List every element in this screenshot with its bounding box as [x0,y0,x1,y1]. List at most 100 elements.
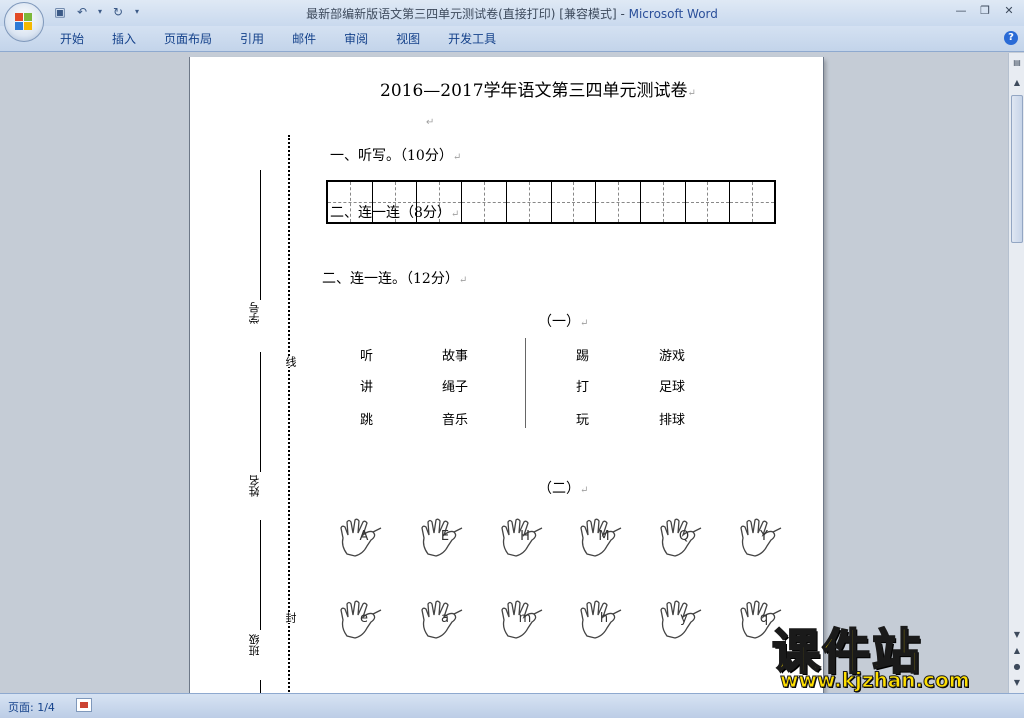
match-word: 讲 [360,380,374,395]
hand-uppercase: H [498,516,546,560]
tab-mailings[interactable]: 邮件 [278,26,330,52]
grid-overlay-label: 二、连一连（8分） [330,205,451,221]
watermark-url: www.kjzhan.com [780,668,971,693]
question-1-heading: 一、听写。（10分）↵ [330,145,461,165]
hand-letter: e [360,611,368,626]
proofing-icon[interactable] [76,698,92,712]
grid-overlay-text: 二、连一连（8分）↵ [330,202,459,222]
hand-letter: Q [678,529,690,544]
match-word: 打 [576,380,590,395]
hand-uppercase: M [577,516,625,560]
close-icon[interactable]: ✕ [998,2,1020,20]
grid-cell [640,182,686,222]
scroll-thumb[interactable] [1011,95,1023,243]
hand-letter: Y [760,529,768,544]
select-browse-object-icon[interactable]: ● [1011,661,1023,673]
hand-letter: q [759,611,769,626]
paragraph-mark: ↵ [687,88,696,99]
grid-cell [462,182,507,222]
paragraph-mark: ↵ [580,318,589,329]
grid-cell [596,182,641,222]
tab-view[interactable]: 视图 [382,26,434,52]
title-bar: ▣ ↶ ▾ ↻ ▾ 最新部编新版语文第三四单元测试卷(直接打印) [兼容模式] … [0,0,1024,26]
ribbon-tab-bar: 开始 插入 页面布局 引用 邮件 审阅 视图 开发工具 [0,26,1024,52]
hand-lowercase: a [418,598,466,642]
subsection-1-text: （一） [538,314,580,330]
window-title-separator: - [616,7,629,21]
name-line [260,352,261,472]
match-word: 音乐 [442,413,469,428]
hand-uppercase: Y [737,516,785,560]
grid-cell [506,182,552,222]
restore-icon[interactable]: ❐ [974,2,996,20]
minimize-icon[interactable]: — [950,2,972,20]
grid-cell [685,182,731,222]
grid-cell [730,182,774,222]
tab-developer[interactable]: 开发工具 [434,26,510,52]
question-2-heading: 二、连一连。（12分）↵ [322,268,467,288]
hand-letter: m [518,611,532,626]
grid-cell [551,182,597,222]
paragraph-mark: ↵ [458,275,468,286]
page-counter[interactable]: 页面: 1/4 [8,699,55,715]
help-icon[interactable]: ? [1004,31,1018,45]
match-word: 听 [360,349,374,364]
match-word: 故事 [442,349,469,364]
window-controls: — ❐ ✕ [950,2,1020,20]
binding-seal-char: 封 [282,612,298,623]
match-word: 排球 [659,413,686,428]
hand-letter: M [598,529,610,544]
ribbon-tabs: 开始 插入 页面布局 引用 邮件 审阅 视图 开发工具 [46,26,510,52]
window-title-app: Microsoft Word [628,7,718,21]
document-title-text: 2016—2017学年语文第三四单元测试卷 [380,81,688,101]
tab-references[interactable]: 引用 [226,26,278,52]
tab-insert[interactable]: 插入 [98,26,150,52]
binding-dotted-line [288,135,290,695]
hand-uppercase: A [337,516,385,560]
hand-letter: y [680,611,688,626]
tab-home[interactable]: 开始 [46,26,98,52]
match-word: 玩 [576,413,590,428]
scroll-down-icon[interactable]: ▼ [1011,629,1023,641]
office-button[interactable] [4,2,44,42]
subsection-1-heading: （一）↵ [538,311,588,331]
hand-letter: H [520,529,530,544]
hand-lowercase: e [337,598,385,642]
binding-line [260,680,261,693]
next-page-icon[interactable]: ▼ [1011,677,1023,689]
hand-lowercase: h [577,598,625,642]
hand-lowercase: m [498,598,546,642]
paragraph-mark: ↵ [580,485,589,496]
status-bar: 页面: 1/4 [0,693,1024,718]
paragraph-mark: ↵ [452,152,462,163]
ruler-toggle-icon[interactable]: ▤ [1011,57,1023,69]
match-word: 跳 [360,413,374,428]
window-title-document: 最新部编新版语文第三四单元测试卷(直接打印) [兼容模式] [306,7,617,21]
previous-page-icon[interactable]: ▲ [1011,645,1023,657]
subsection-2-heading: （二）↵ [538,478,588,498]
hand-letter: a [441,611,449,626]
document-title: 2016—2017学年语文第三四单元测试卷↵ [380,76,696,101]
student-no-label: 学号 [248,302,261,324]
scroll-up-icon[interactable]: ▲ [1011,77,1023,89]
window-title: 最新部编新版语文第三四单元测试卷(直接打印) [兼容模式] - Microsof… [0,5,1024,22]
question-2-text: 二、连一连。（12分） [322,271,459,287]
tab-review[interactable]: 审阅 [330,26,382,52]
student-no-line [260,170,261,300]
match-divider [525,338,526,428]
match-word: 游戏 [659,349,686,364]
hand-lowercase: y [657,598,705,642]
hand-uppercase: Q [657,516,705,560]
question-1-text: 一、听写。（10分） [330,148,453,164]
subsection-2-text: （二） [538,481,580,497]
vertical-scrollbar[interactable]: ▤ ▲ ▼ ▲ ● ▼ [1008,53,1024,693]
match-word: 绳子 [442,380,469,395]
class-line [260,520,261,630]
tab-page-layout[interactable]: 页面布局 [150,26,226,52]
office-logo-icon [15,13,33,31]
hand-letter: h [599,611,609,626]
class-label: 班级 [248,634,261,656]
hand-letter: E [440,529,450,544]
match-word: 足球 [659,380,686,395]
name-label: 姓名 [248,475,261,497]
